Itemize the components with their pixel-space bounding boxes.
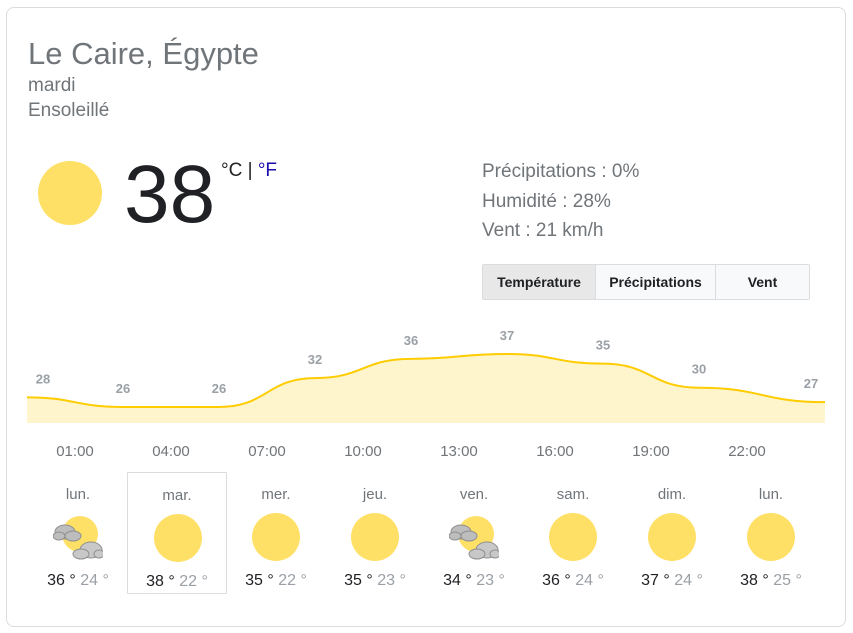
forecast-low: 25 °	[773, 572, 802, 589]
current-day: mardi	[28, 75, 76, 96]
partly-cloudy-icon	[53, 516, 103, 560]
sun-icon	[38, 161, 102, 225]
forecast-temps: 37 ° 24 °	[622, 572, 722, 590]
data-label: 35	[596, 338, 610, 353]
data-label: 28	[36, 371, 50, 386]
sun-icon	[154, 514, 202, 562]
forecast-high: 36 °	[47, 572, 76, 589]
forecast-high: 36 °	[542, 572, 571, 589]
forecast-day-name: lun.	[65, 486, 91, 503]
forecast-day[interactable]: ven. 34 ° 23 °	[424, 472, 524, 594]
sun-icon	[252, 513, 300, 561]
current-temperature: 38	[124, 149, 216, 240]
forecast-low: 22 °	[278, 572, 307, 589]
sun-icon	[549, 513, 597, 561]
forecast-low: 24 °	[575, 572, 604, 589]
forecast-low: 24 °	[674, 572, 703, 589]
forecast-temps: 36 ° 24 °	[523, 572, 623, 590]
wind-detail: Vent : 21 km/h	[482, 220, 604, 241]
unit-celsius: °C	[221, 160, 243, 181]
data-label: 37	[500, 328, 514, 343]
forecast-day[interactable]: lun. 36 ° 24 °	[28, 472, 128, 594]
data-label: 26	[212, 381, 226, 396]
forecast-low: 22 °	[179, 573, 208, 590]
chart-tabs: Température Précipitations Vent	[482, 264, 810, 300]
data-label: 26	[116, 381, 130, 396]
forecast-temps: 36 ° 24 °	[28, 572, 128, 590]
x-tick-label: 10:00	[344, 443, 382, 460]
forecast-high: 37 °	[641, 572, 670, 589]
tab-temperature[interactable]: Température	[483, 265, 596, 299]
forecast-temps: 34 ° 23 °	[424, 572, 524, 590]
forecast-temps: 38 ° 25 °	[721, 572, 821, 590]
forecast-day[interactable]: sam. 36 ° 24 °	[523, 472, 623, 594]
humidity-detail: Humidité : 28%	[482, 190, 611, 212]
data-label: 27	[804, 376, 818, 391]
weather-details: Précipitations : 0% Humidité : 28% Vent …	[482, 157, 639, 246]
forecast-high: 35 °	[245, 572, 274, 589]
temperature-chart: 28 26 26 32 36 37 35 30 27 01:00 04:00 07:00 10:00 13…	[27, 328, 825, 460]
current-condition: Ensoleillé	[28, 100, 110, 121]
forecast-high: 38 °	[146, 573, 175, 590]
forecast-low: 23 °	[476, 572, 505, 589]
tab-precipitation[interactable]: Précipitations	[596, 265, 716, 299]
x-tick-label: 22:00	[728, 443, 766, 460]
forecast-temps: 38 ° 22 °	[128, 573, 226, 591]
daily-forecast: lun. 36 ° 24 ° mar. 38 ° 22 ° mer. 35 ° 22 ° j…	[28, 472, 828, 596]
forecast-temps: 35 ° 22 °	[226, 572, 326, 590]
partly-cloudy-icon	[449, 516, 499, 560]
data-label: 36	[404, 333, 418, 348]
unit-switch: °C | °F	[221, 160, 277, 182]
forecast-day-name: sam.	[556, 486, 590, 503]
tab-wind[interactable]: Vent	[716, 265, 809, 299]
forecast-day-name: ven.	[459, 486, 489, 503]
precipitation-detail: Précipitations : 0%	[482, 161, 640, 182]
sun-icon	[351, 513, 399, 561]
forecast-temps: 35 ° 23 °	[325, 572, 425, 590]
forecast-day-name: dim.	[657, 486, 687, 503]
forecast-day[interactable]: lun. 38 ° 25 °	[721, 472, 821, 594]
unit-fahrenheit-link[interactable]: °F	[258, 160, 277, 181]
x-tick-label: 04:00	[152, 443, 190, 460]
forecast-high: 34 °	[443, 572, 472, 589]
sun-icon	[648, 513, 696, 561]
forecast-low: 23 °	[377, 572, 406, 589]
sun-icon	[747, 513, 795, 561]
forecast-day[interactable]: dim. 37 ° 24 °	[622, 472, 722, 594]
location-title: Le Caire, Égypte	[28, 36, 259, 71]
forecast-day[interactable]: jeu. 35 ° 23 °	[325, 472, 425, 594]
forecast-high: 38 °	[740, 572, 769, 589]
forecast-day-name: mar.	[162, 487, 192, 504]
x-tick-label: 01:00	[56, 443, 94, 460]
x-tick-label: 07:00	[248, 443, 286, 460]
x-tick-label: 19:00	[632, 443, 670, 460]
forecast-day-name: lun.	[758, 486, 784, 503]
x-tick-label: 13:00	[440, 443, 478, 460]
data-label: 30	[692, 362, 706, 377]
forecast-day-name: mer.	[261, 486, 291, 503]
forecast-day[interactable]: mer. 35 ° 22 °	[226, 472, 326, 594]
x-tick-label: 16:00	[536, 443, 574, 460]
forecast-high: 35 °	[344, 572, 373, 589]
data-label: 32	[308, 352, 322, 367]
forecast-day[interactable]: mar. 38 ° 22 °	[127, 472, 227, 594]
forecast-day-name: jeu.	[362, 486, 388, 503]
unit-separator: |	[247, 160, 253, 181]
forecast-low: 24 °	[80, 572, 109, 589]
